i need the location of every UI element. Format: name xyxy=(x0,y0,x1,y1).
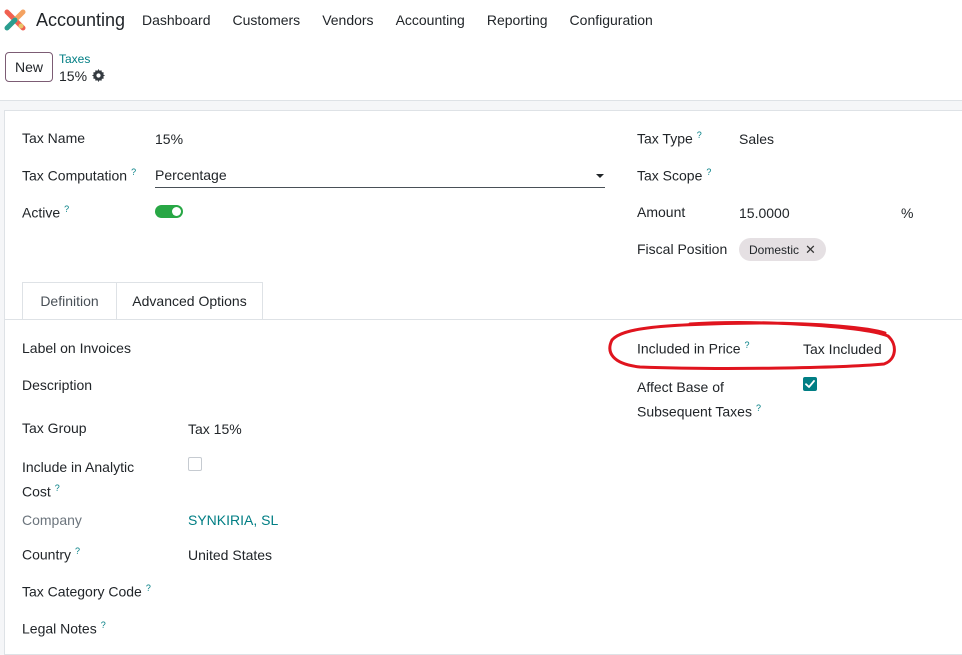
tax-type-field[interactable]: Sales xyxy=(739,131,774,147)
company-link[interactable]: SYNKIRIA, SL xyxy=(188,512,278,528)
help-icon[interactable]: ? xyxy=(756,403,761,413)
help-icon[interactable]: ? xyxy=(745,340,750,350)
description-field[interactable] xyxy=(188,377,588,397)
tax-computation-select[interactable]: Percentage xyxy=(155,167,605,188)
tax-computation-label: Tax Computation? xyxy=(22,167,137,184)
tax-group-label: Tax Group xyxy=(22,420,87,436)
help-icon[interactable]: ? xyxy=(64,204,69,214)
tax-category-code-field[interactable] xyxy=(188,583,588,603)
checkmark-icon xyxy=(805,380,815,388)
label-on-invoices-label: Label on Invoices xyxy=(22,340,131,356)
affect-base-checkbox[interactable] xyxy=(803,377,817,391)
menu-item-reporting[interactable]: Reporting xyxy=(487,12,548,28)
help-icon[interactable]: ? xyxy=(101,620,106,630)
legal-notes-label: Legal Notes? xyxy=(22,620,106,637)
help-icon[interactable]: ? xyxy=(131,167,136,177)
tax-group-field[interactable]: Tax 15% xyxy=(188,421,242,437)
tax-category-code-label: Tax Category Code? xyxy=(22,583,151,600)
tab-advanced-options[interactable]: Advanced Options xyxy=(116,282,263,320)
tax-scope-field[interactable] xyxy=(739,167,959,187)
menu-item-customers[interactable]: Customers xyxy=(233,12,301,28)
help-icon[interactable]: ? xyxy=(75,546,80,556)
new-button[interactable]: New xyxy=(5,52,53,82)
legal-notes-field[interactable] xyxy=(188,620,588,640)
top-navbar: Accounting Dashboard Customers Vendors A… xyxy=(0,0,962,40)
country-label: Country? xyxy=(22,546,81,563)
include-analytic-cost-label: Include in Analytic Cost? xyxy=(22,459,135,500)
main-menu: Dashboard Customers Vendors Accounting R… xyxy=(142,12,675,28)
gear-icon[interactable] xyxy=(92,69,105,82)
header-separator xyxy=(0,100,962,101)
breadcrumb-current: 15% xyxy=(59,68,88,84)
country-field[interactable]: United States xyxy=(188,547,272,563)
tax-type-label: Tax Type? xyxy=(637,130,702,147)
help-icon[interactable]: ? xyxy=(697,130,702,140)
breadcrumb-parent-link[interactable]: Taxes xyxy=(59,52,90,66)
amount-field[interactable]: 15.0000 xyxy=(739,205,790,221)
toggle-knob xyxy=(172,207,181,216)
company-label: Company xyxy=(22,512,82,528)
help-icon[interactable]: ? xyxy=(55,483,60,493)
active-toggle[interactable] xyxy=(155,205,183,218)
tax-scope-label: Tax Scope? xyxy=(637,167,712,184)
affect-base-label: Affect Base of Subsequent Taxes? xyxy=(637,379,761,420)
tabs-divider xyxy=(4,319,962,320)
help-icon[interactable]: ? xyxy=(706,167,711,177)
control-panel: New Taxes 15% xyxy=(0,40,962,100)
menu-item-vendors[interactable]: Vendors xyxy=(322,12,373,28)
menu-item-dashboard[interactable]: Dashboard xyxy=(142,12,211,28)
include-analytic-cost-checkbox[interactable] xyxy=(188,457,202,471)
amount-label: Amount xyxy=(637,204,686,220)
caret-down-icon xyxy=(596,174,604,178)
included-in-price-label: Included in Price? xyxy=(637,340,750,357)
tax-name-field[interactable]: 15% xyxy=(155,131,183,147)
menu-item-accounting[interactable]: Accounting xyxy=(396,12,465,28)
label-on-invoices-field[interactable] xyxy=(188,340,588,360)
tab-definition[interactable]: Definition xyxy=(22,282,116,319)
tax-computation-value: Percentage xyxy=(155,167,227,183)
app-name[interactable]: Accounting xyxy=(36,10,125,31)
menu-item-configuration[interactable]: Configuration xyxy=(570,12,653,28)
remove-tag-close-icon[interactable]: ✕ xyxy=(805,242,816,258)
accounting-app-logo-icon[interactable] xyxy=(4,9,26,31)
active-label: Active? xyxy=(22,204,70,221)
tax-name-label: Tax Name xyxy=(22,130,86,146)
fiscal-position-label: Fiscal Position xyxy=(637,241,728,257)
amount-unit: % xyxy=(901,205,914,221)
fiscal-position-tag[interactable]: Domestic ✕ xyxy=(739,238,826,261)
included-in-price-field[interactable]: Tax Included xyxy=(803,341,882,357)
fiscal-position-tag-label: Domestic xyxy=(749,242,800,257)
description-label: Description xyxy=(22,377,93,393)
help-icon[interactable]: ? xyxy=(146,583,151,593)
